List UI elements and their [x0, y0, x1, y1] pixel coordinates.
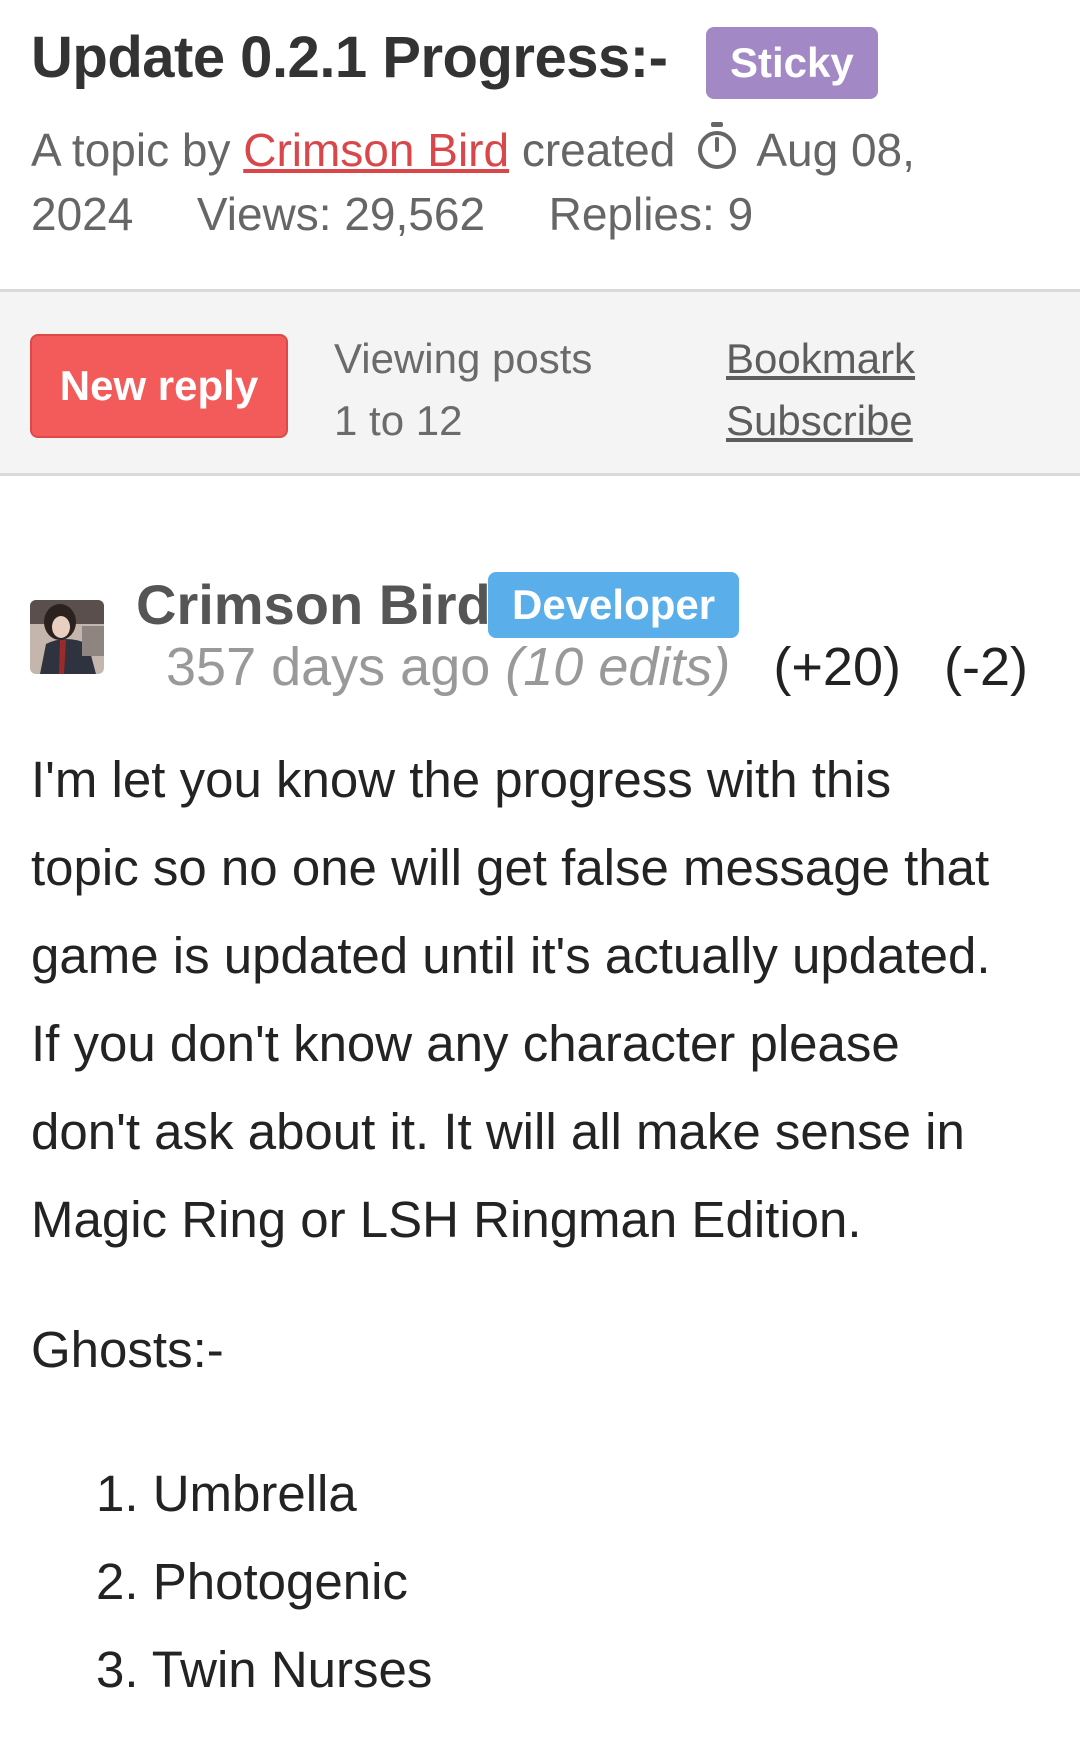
viewing-posts-label: Viewing posts — [334, 335, 593, 382]
topic-toolbar: New reply Viewing posts 1 to 12 Bookmark… — [0, 289, 1080, 476]
post-time-ago[interactable]: 357 days ago — [166, 637, 490, 697]
topic-actions: Bookmark Subscribe — [726, 328, 915, 452]
post-author-name[interactable]: Crimson Bird — [136, 572, 491, 637]
bookmark-link[interactable]: Bookmark — [726, 328, 915, 390]
upvote-button[interactable]: (+20) — [773, 637, 901, 697]
ghost-list: 1. Umbrella 2. Photogenic 3. Twin Nurses — [96, 1450, 432, 1714]
avatar[interactable] — [30, 600, 104, 674]
created-label: created — [521, 124, 676, 176]
post-body-line: I'm let you know the progress with this — [31, 751, 892, 808]
new-reply-button[interactable]: New reply — [30, 334, 288, 438]
created-date: Aug 08, — [756, 124, 915, 176]
created-year: 2024 — [31, 188, 134, 240]
developer-badge: Developer — [488, 572, 740, 638]
post-body-line: If you don't know any character please — [31, 1015, 900, 1072]
post-body-line: topic so no one will get false message t… — [31, 839, 990, 896]
viewing-posts-info: Viewing posts 1 to 12 — [334, 328, 592, 452]
subscribe-link[interactable]: Subscribe — [726, 390, 915, 452]
post-meta: 357 days ago (10 edits) (+20) (-2) — [166, 636, 1028, 698]
list-item: 2. Photogenic — [96, 1553, 408, 1610]
post-body-line: don't ask about it. It will all make sen… — [31, 1103, 965, 1160]
topic-meta-line-1: A topic by Crimson Bird created Aug 08, — [31, 120, 915, 177]
post-body-line: Magic Ring or LSH Ringman Edition. — [31, 1191, 862, 1248]
list-item: 3. Twin Nurses — [96, 1641, 433, 1698]
post-body: I'm let you know the progress with this … — [31, 736, 1051, 1264]
stopwatch-icon — [698, 122, 737, 169]
topic-meta-line-2: 2024 Views: 29,562 Replies: 9 — [31, 187, 753, 241]
ghosts-heading: Ghosts:- — [31, 1321, 224, 1378]
avatar-image — [30, 600, 104, 674]
topic-author-link[interactable]: Crimson Bird — [243, 124, 509, 176]
list-item: 1. Umbrella — [96, 1465, 357, 1522]
topic-prefix: A topic by — [31, 124, 231, 176]
viewing-posts-range: 1 to 12 — [334, 397, 463, 444]
topic-title: Update 0.2.1 Progress:- — [31, 25, 668, 90]
sticky-badge: Sticky — [706, 27, 878, 99]
post-body-line: game is updated until it's actually upda… — [31, 927, 991, 984]
replies-count: Replies: 9 — [548, 188, 754, 240]
topic-header: Update 0.2.1 Progress:- Sticky A topic b… — [0, 0, 1080, 289]
views-count: Views: 29,562 — [196, 188, 486, 240]
downvote-button[interactable]: (-2) — [944, 637, 1028, 697]
post-edit-count[interactable]: (10 edits) — [505, 637, 730, 697]
